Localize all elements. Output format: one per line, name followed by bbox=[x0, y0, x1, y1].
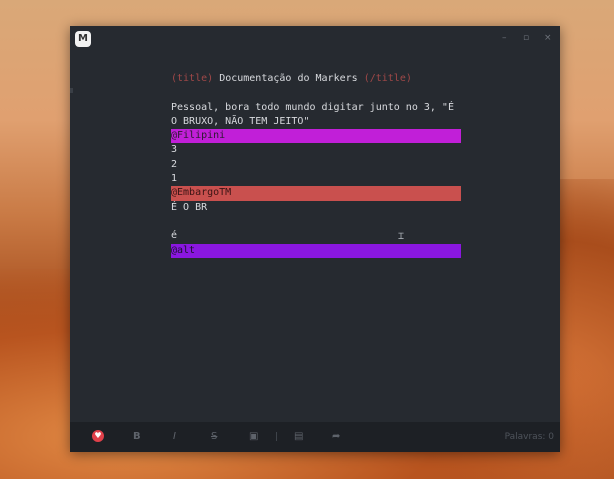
paragraph-line: Pessoal, bora todo mundo digitar junto n… bbox=[171, 101, 454, 113]
bold-icon[interactable]: B bbox=[133, 431, 141, 442]
image-icon[interactable]: ▣ bbox=[249, 431, 258, 442]
mention-alt: @alt bbox=[171, 243, 461, 258]
heart-icon[interactable]: ♥ bbox=[92, 430, 104, 442]
document-content[interactable]: (title) Documentação do Markers (/title)… bbox=[171, 72, 461, 258]
share-icon[interactable]: ➦ bbox=[332, 431, 340, 442]
text-line: é bbox=[171, 230, 178, 242]
text-cursor-icon: ⌶ bbox=[398, 231, 405, 242]
paragraph-line: O BRUXO, NÃO TEM JEITO" bbox=[171, 115, 310, 127]
maximize-button[interactable]: ▫ bbox=[523, 33, 529, 43]
strikethrough-icon[interactable]: S bbox=[211, 431, 217, 442]
countdown-line: 3 bbox=[171, 144, 178, 156]
app-logo-icon: M bbox=[75, 31, 91, 47]
title-bar[interactable]: M – ▫ × bbox=[70, 26, 560, 54]
book-icon[interactable]: ▤ bbox=[294, 431, 303, 442]
mention-filipini: @Filipini bbox=[171, 129, 461, 144]
markers-editor-window: M – ▫ × (title) Documentação do Markers … bbox=[70, 26, 560, 452]
toolbar-divider bbox=[276, 432, 277, 441]
minimize-button[interactable]: – bbox=[502, 33, 507, 43]
text-line: É O BR bbox=[171, 201, 208, 213]
close-button[interactable]: × bbox=[544, 33, 552, 43]
title-close-tag: (/title) bbox=[363, 73, 412, 84]
countdown-line: 2 bbox=[171, 158, 178, 170]
document-title-line: (title) Documentação do Markers (/title) bbox=[171, 72, 461, 86]
word-count: Palavras: 0 bbox=[504, 432, 554, 442]
title-open-tag: (title) bbox=[171, 73, 214, 84]
document-title: Documentação do Markers bbox=[219, 73, 358, 84]
mention-embargotm: @EmbargoTM bbox=[171, 186, 461, 201]
sidebar-handle[interactable] bbox=[70, 88, 73, 93]
countdown-line: 1 bbox=[171, 173, 178, 185]
bottom-toolbar: ♥ B I S ▣ ▤ ➦ Palavras: 0 bbox=[70, 422, 560, 452]
italic-icon[interactable]: I bbox=[173, 431, 176, 442]
